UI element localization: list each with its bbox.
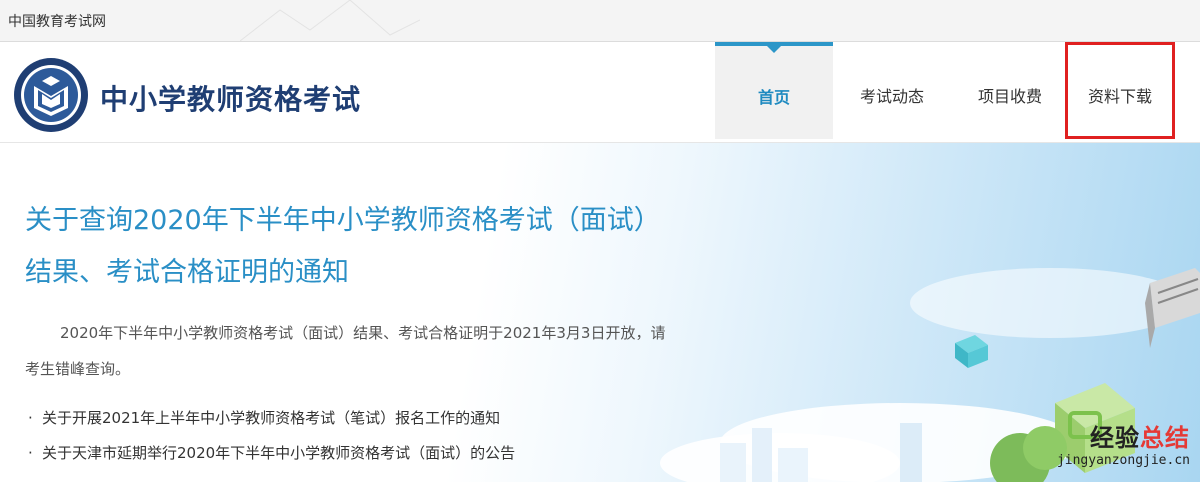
news-link-text: 关于天津市延期举行2020年下半年中小学教师资格考试（面试）的公告	[42, 444, 516, 462]
list-item[interactable]: · 关于开展2021年上半年中小学教师资格考试（笔试）报名工作的通知	[28, 401, 515, 436]
cube-small-icon	[955, 335, 988, 368]
nav-downloads-label: 资料下载	[1087, 87, 1152, 106]
exam-logo[interactable]	[12, 56, 90, 134]
watermark-url: jingyanzongjie.cn	[1056, 453, 1190, 468]
book-emblem-icon	[14, 58, 88, 132]
news-link-text: 关于开展2021年上半年中小学教师资格考试（笔试）报名工作的通知	[42, 409, 501, 427]
bullet-icon: ·	[28, 444, 33, 462]
nav-home-label: 首页	[757, 88, 790, 107]
watermark-title: 经验总结	[1090, 424, 1190, 452]
nav-home[interactable]: 首页	[715, 42, 833, 139]
top-bar: 中国教育考试网	[0, 0, 1200, 42]
portal-name[interactable]: 中国教育考试网	[8, 11, 106, 31]
hero-banner: 关于查询2020年下半年中小学教师资格考试（面试）结果、考试合格证明的通知 20…	[0, 143, 1200, 482]
watermark: 经验总结 jingyanzongjie.cn	[1057, 418, 1190, 468]
news-summary: 2020年下半年中小学教师资格考试（面试）结果、考试合格证明于2021年3月3日…	[25, 324, 666, 378]
nav-fees-label: 项目收费	[977, 87, 1042, 106]
main-nav: 首页 考试动态 项目收费 资料下载	[715, 42, 1200, 142]
nav-fees[interactable]: 项目收费	[951, 42, 1069, 139]
site-title: 中小学教师资格考试	[100, 83, 362, 116]
nav-exam-news[interactable]: 考试动态	[833, 42, 951, 139]
list-item[interactable]: · 关于天津市延期举行2020年下半年中小学教师资格考试（面试）的公告	[28, 436, 515, 471]
nav-exam-news-label: 考试动态	[859, 87, 924, 106]
nav-downloads[interactable]: 资料下载	[1065, 42, 1175, 139]
site-header: 中小学教师资格考试 首页 考试动态 项目收费 资料下载	[0, 42, 1200, 143]
news-headline[interactable]: 关于查询2020年下半年中小学教师资格考试（面试）结果、考试合格证明的通知	[25, 195, 675, 299]
active-caret-icon	[767, 46, 781, 53]
mountain-decoration	[240, 0, 420, 41]
news-list: · 关于开展2021年上半年中小学教师资格考试（笔试）报名工作的通知 · 关于天津市…	[28, 401, 515, 471]
bullet-icon: ·	[28, 409, 33, 427]
